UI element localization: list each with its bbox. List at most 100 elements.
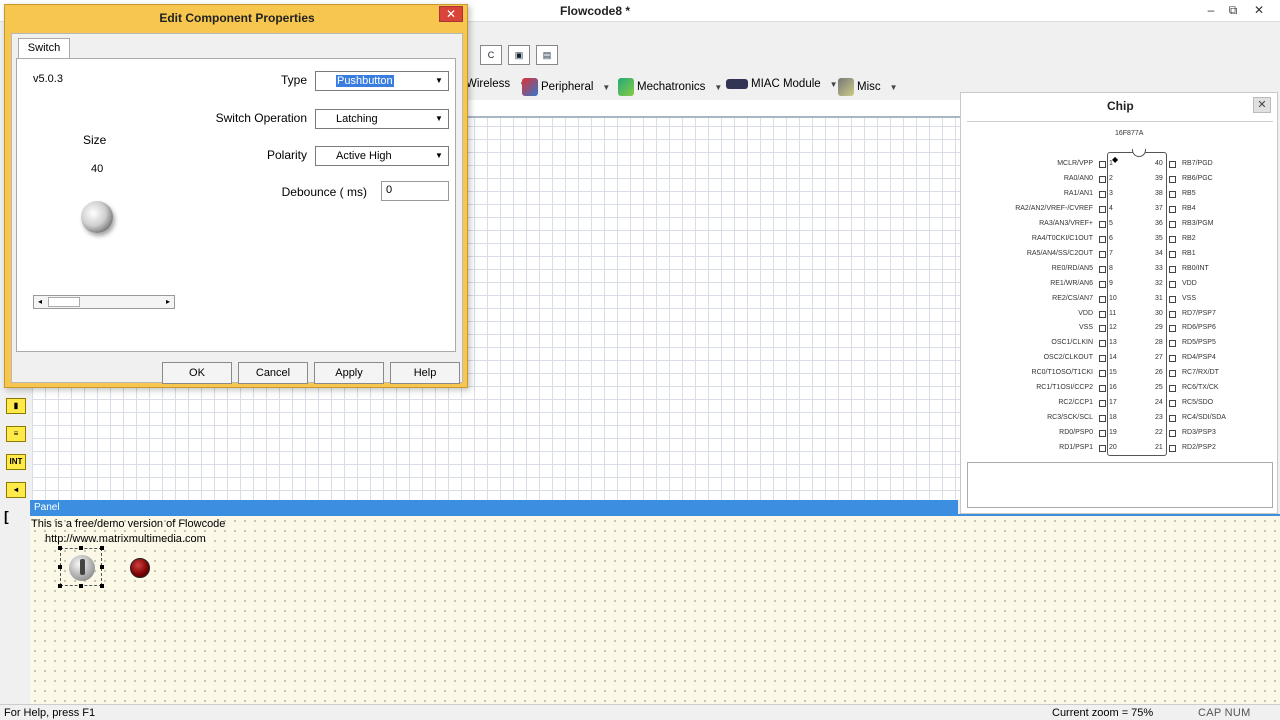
pin-checkbox[interactable]: [1169, 400, 1176, 408]
pin-checkbox[interactable]: [1169, 161, 1176, 168]
help-button[interactable]: Help: [390, 362, 460, 384]
led-component[interactable]: [130, 558, 150, 578]
toolbar-icon-1[interactable]: C: [480, 45, 502, 65]
pin-checkbox[interactable]: [1169, 310, 1176, 318]
debounce-input[interactable]: 0: [381, 181, 449, 201]
pin-checkbox[interactable]: [1099, 280, 1106, 288]
pin-checkbox[interactable]: [1169, 220, 1176, 228]
size-scrollbar[interactable]: ◂ ▸: [33, 295, 175, 309]
selection-handle[interactable]: [100, 546, 104, 550]
pin-label: RC6/TX/CK: [1182, 384, 1219, 392]
chip-panel-close-button[interactable]: ✕: [1253, 97, 1271, 113]
pin-checkbox[interactable]: [1099, 430, 1106, 438]
pin-checkbox[interactable]: [1099, 400, 1106, 408]
pin-checkbox[interactable]: [1169, 265, 1176, 273]
type-select-value: Pushbutton: [336, 75, 394, 87]
tool-decision-icon[interactable]: ≡: [6, 426, 26, 442]
pin-label: RB0/INT: [1182, 264, 1209, 272]
apply-button[interactable]: Apply: [314, 362, 384, 384]
edit-component-properties-dialog: Edit Component Properties ✕ Switch v5.0.…: [4, 4, 468, 388]
selection-handle[interactable]: [58, 565, 62, 569]
menu-mechatronics[interactable]: Mechatronics ▼: [618, 78, 722, 96]
pin-checkbox[interactable]: [1169, 430, 1176, 438]
pin-checkbox[interactable]: [1099, 325, 1106, 333]
miac-module-icon: [726, 79, 748, 89]
tool-calculation-icon[interactable]: ▮: [6, 398, 26, 414]
pin-checkbox[interactable]: [1099, 415, 1106, 423]
type-select[interactable]: Pushbutton ▼: [315, 71, 449, 91]
pin-label: RB4: [1182, 204, 1196, 212]
pin-checkbox[interactable]: [1099, 295, 1106, 303]
pin-checkbox[interactable]: [1099, 235, 1106, 243]
switch-component[interactable]: [58, 546, 104, 588]
pin-checkbox[interactable]: [1099, 190, 1106, 198]
pin-checkbox[interactable]: [1169, 205, 1176, 213]
minimize-button[interactable]: ‒: [1200, 2, 1222, 18]
pin-checkbox[interactable]: [1099, 220, 1106, 228]
chevron-down-icon: ▼: [435, 114, 443, 123]
scroll-right-arrow-icon[interactable]: ▸: [162, 296, 174, 308]
maximize-button[interactable]: ⧉: [1222, 2, 1244, 18]
toolbar-icon-2[interactable]: ▣: [508, 45, 530, 65]
pin-checkbox[interactable]: [1169, 385, 1176, 393]
menu-peripheral[interactable]: Peripheral ▼: [522, 78, 610, 96]
pin-checkbox[interactable]: [1099, 310, 1106, 318]
pin-checkbox[interactable]: [1099, 385, 1106, 393]
pin-checkbox[interactable]: [1169, 295, 1176, 303]
toolbar-icon-3[interactable]: ▤: [536, 45, 558, 65]
pin-number: 6: [1109, 234, 1113, 242]
pin-label: RD1/PSP1: [1059, 444, 1093, 452]
selection-handle[interactable]: [100, 565, 104, 569]
demo-notice: This is a free/demo version of Flowcode: [31, 518, 226, 530]
pin-number: 22: [1155, 429, 1163, 437]
pin-checkbox[interactable]: [1099, 205, 1106, 213]
pin-checkbox[interactable]: [1099, 355, 1106, 363]
tool-comment-icon[interactable]: [: [4, 508, 9, 524]
ok-button[interactable]: OK: [162, 362, 232, 384]
scrollbar-thumb[interactable]: [48, 297, 80, 307]
pin-checkbox[interactable]: [1169, 280, 1176, 288]
selection-handle[interactable]: [79, 584, 83, 588]
pin-checkbox[interactable]: [1169, 355, 1176, 363]
selection-handle[interactable]: [79, 546, 83, 550]
pin-checkbox[interactable]: [1169, 190, 1176, 198]
scroll-left-arrow-icon[interactable]: ◂: [34, 296, 46, 308]
menu-miac-module[interactable]: MIAC Module ▼: [726, 78, 838, 90]
tool-output-icon[interactable]: ◂: [6, 482, 26, 498]
pin-checkbox[interactable]: [1099, 340, 1106, 348]
menu-wireless[interactable]: Wireless▼: [466, 78, 527, 90]
pin-checkbox[interactable]: [1169, 175, 1176, 183]
pin-checkbox[interactable]: [1169, 250, 1176, 258]
pin-checkbox[interactable]: [1099, 161, 1106, 168]
pin-checkbox[interactable]: [1169, 445, 1176, 453]
close-button[interactable]: ✕: [1248, 2, 1270, 18]
pin-checkbox[interactable]: [1099, 250, 1106, 258]
pin-checkbox[interactable]: [1169, 325, 1176, 333]
pin-label: RE2/CS/AN7: [1052, 294, 1093, 302]
pin-checkbox[interactable]: [1099, 175, 1106, 183]
selection-handle[interactable]: [58, 546, 62, 550]
polarity-select[interactable]: Active High ▼: [315, 146, 449, 166]
selection-handle[interactable]: [100, 584, 104, 588]
pin-label: RD4/PSP4: [1182, 354, 1216, 362]
dialog-close-button[interactable]: ✕: [439, 6, 463, 22]
tool-interrupt-icon[interactable]: INT: [6, 454, 26, 470]
pin-checkbox[interactable]: [1099, 370, 1106, 378]
pin-checkbox[interactable]: [1099, 265, 1106, 273]
pin-number: 10: [1109, 294, 1117, 302]
chevron-down-icon: ▼: [714, 82, 723, 92]
pin-checkbox[interactable]: [1169, 340, 1176, 348]
menu-misc[interactable]: Misc ▼: [838, 78, 898, 96]
panel-area[interactable]: This is a free/demo version of Flowcode …: [30, 516, 1280, 704]
cancel-button[interactable]: Cancel: [238, 362, 308, 384]
menu-mechatronics-label: Mechatronics: [637, 81, 706, 93]
chevron-down-icon: ▼: [602, 82, 611, 92]
tab-switch[interactable]: Switch: [18, 38, 70, 58]
pin-checkbox[interactable]: [1169, 370, 1176, 378]
pin-label: RD0/PSP0: [1059, 429, 1093, 437]
selection-handle[interactable]: [58, 584, 62, 588]
pin-checkbox[interactable]: [1099, 445, 1106, 453]
pin-checkbox[interactable]: [1169, 235, 1176, 243]
switch-operation-select[interactable]: Latching ▼: [315, 109, 449, 129]
pin-checkbox[interactable]: [1169, 415, 1176, 423]
